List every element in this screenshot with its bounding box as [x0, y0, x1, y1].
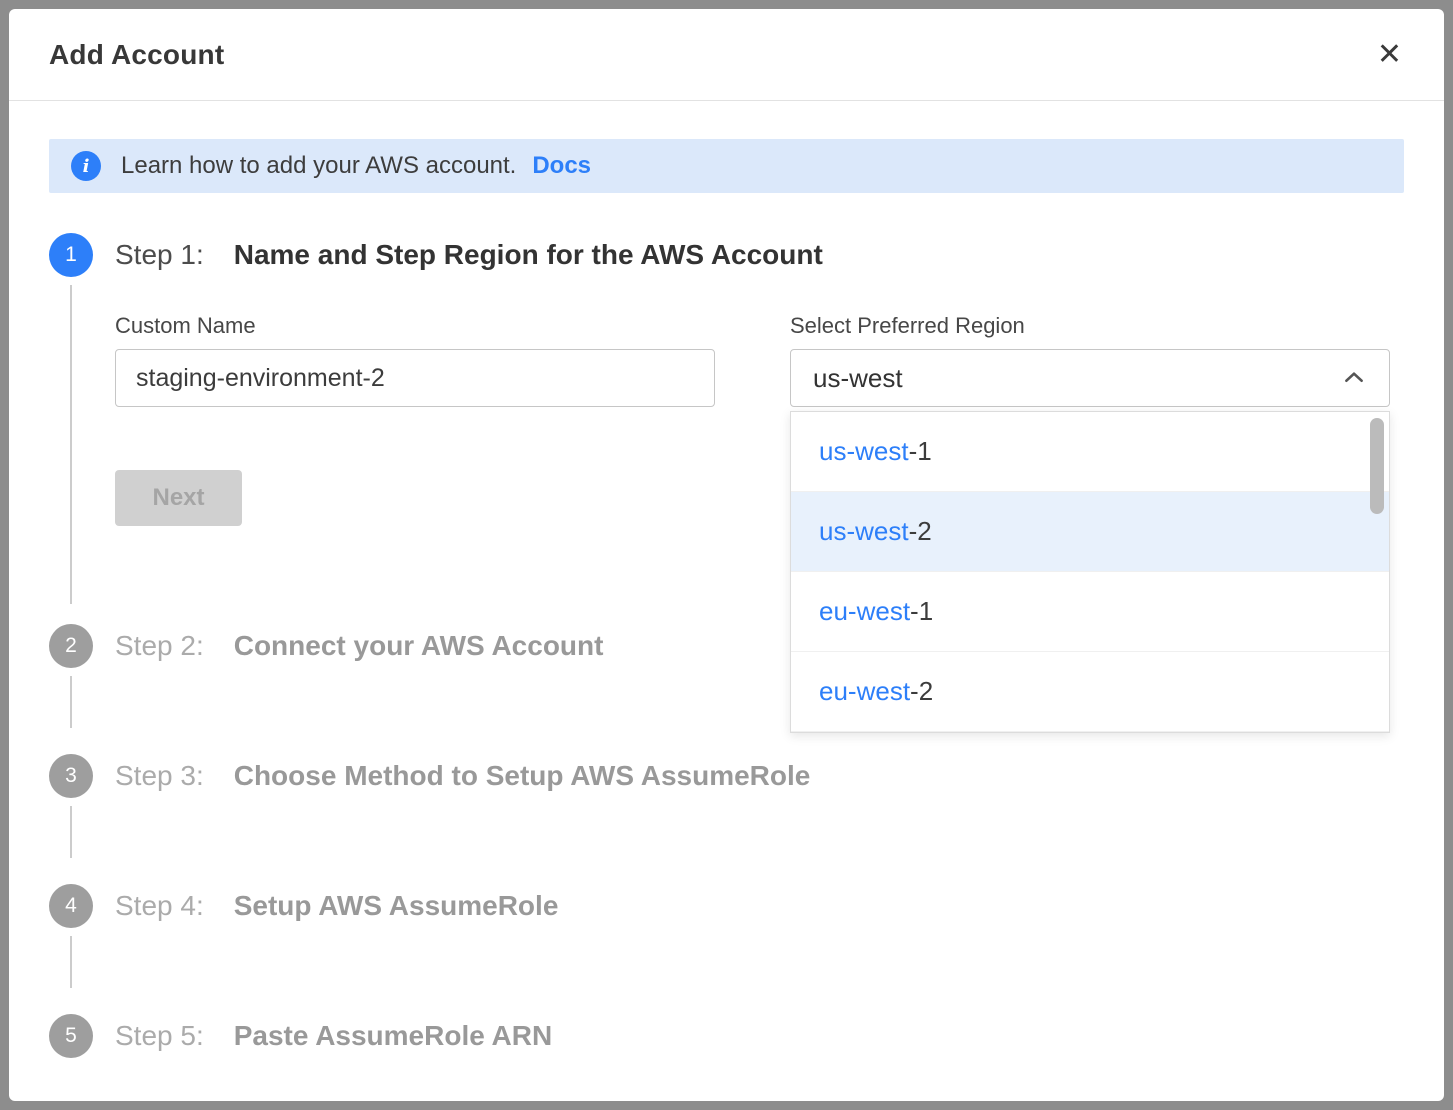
step-connector: [70, 936, 1404, 988]
step-3-title: Choose Method to Setup AWS AssumeRole: [234, 760, 811, 792]
region-field: Select Preferred Region us-west: [790, 313, 1390, 407]
step-5-prefix: Step 5:: [115, 1020, 204, 1052]
custom-name-label: Custom Name: [115, 313, 715, 339]
step-3-indicator: 3: [49, 754, 93, 798]
step-4-indicator: 4: [49, 884, 93, 928]
step-1-prefix: Step 1:: [115, 239, 204, 271]
step-4-title: Setup AWS AssumeRole: [234, 890, 559, 922]
region-select-value: us-west: [813, 363, 903, 394]
close-icon[interactable]: ✕: [1373, 36, 1406, 74]
step-1-indicator: 1: [49, 233, 93, 277]
step-5-section: 5 Step 5: Paste AssumeRole ARN: [49, 1014, 1404, 1058]
modal-header: Add Account ✕: [9, 9, 1444, 101]
add-account-modal: Add Account ✕ i Learn how to add your AW…: [9, 9, 1444, 1101]
steps-list: 1 Step 1: Name and Step Region for the A…: [9, 193, 1444, 1101]
step-3-header: 3 Step 3: Choose Method to Setup AWS Ass…: [49, 754, 1404, 798]
custom-name-input[interactable]: [115, 349, 715, 407]
region-dropdown: us-west-1 us-west-2 eu-west-1 eu-west-2: [790, 411, 1390, 733]
region-select[interactable]: us-west: [790, 349, 1390, 407]
modal-title: Add Account: [49, 39, 224, 71]
step-1-body: Custom Name Select Preferred Region us-w…: [70, 285, 1404, 604]
step-3-prefix: Step 3:: [115, 760, 204, 792]
info-banner: i Learn how to add your AWS account. Doc…: [49, 139, 1404, 193]
step-5-header: 5 Step 5: Paste AssumeRole ARN: [49, 1014, 1404, 1058]
step-2-indicator: 2: [49, 624, 93, 668]
chevron-up-icon: [1341, 365, 1367, 391]
step-2-title: Connect your AWS Account: [234, 630, 604, 662]
region-option-us-west-2[interactable]: us-west-2: [791, 492, 1389, 572]
dropdown-scrollbar[interactable]: [1370, 418, 1384, 514]
region-option-us-west-1[interactable]: us-west-1: [791, 412, 1389, 492]
step-4-header: 4 Step 4: Setup AWS AssumeRole: [49, 884, 1404, 928]
step-1-section: 1 Step 1: Name and Step Region for the A…: [49, 233, 1404, 604]
region-option-eu-west-1[interactable]: eu-west-1: [791, 572, 1389, 652]
step-2-prefix: Step 2:: [115, 630, 204, 662]
step-4-prefix: Step 4:: [115, 890, 204, 922]
step-1-title: Name and Step Region for the AWS Account: [234, 239, 823, 271]
step-5-title: Paste AssumeRole ARN: [234, 1020, 552, 1052]
step-4-section: 4 Step 4: Setup AWS AssumeRole: [49, 884, 1404, 988]
info-icon: i: [71, 151, 101, 181]
step-connector: [70, 806, 1404, 858]
step-5-indicator: 5: [49, 1014, 93, 1058]
step-1-header: 1 Step 1: Name and Step Region for the A…: [49, 233, 1404, 277]
screenshot-frame: Add Account ✕ i Learn how to add your AW…: [0, 0, 1453, 1110]
custom-name-field: Custom Name: [115, 313, 715, 407]
next-button[interactable]: Next: [115, 470, 242, 526]
banner-text: Learn how to add your AWS account.: [121, 152, 516, 180]
region-label: Select Preferred Region: [790, 313, 1390, 339]
step-1-form-row: Custom Name Select Preferred Region us-w…: [115, 313, 1404, 407]
docs-link[interactable]: Docs: [532, 152, 591, 180]
step-3-section: 3 Step 3: Choose Method to Setup AWS Ass…: [49, 754, 1404, 858]
region-option-eu-west-2[interactable]: eu-west-2: [791, 652, 1389, 732]
